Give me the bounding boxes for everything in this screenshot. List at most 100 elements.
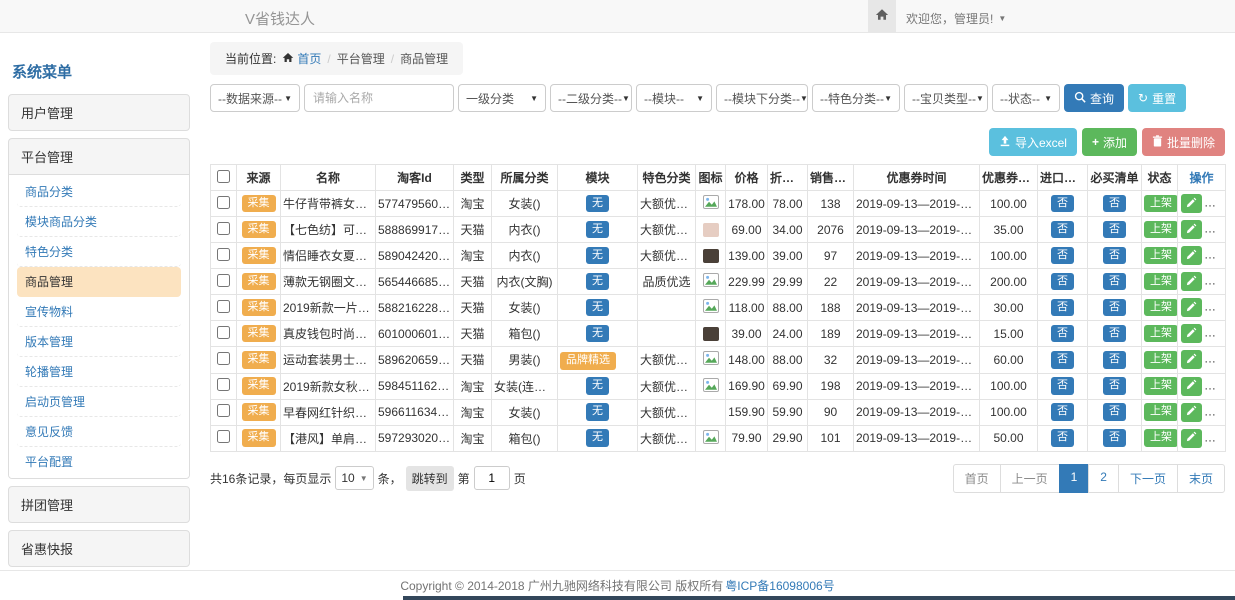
sidebar-item[interactable]: 意见反馈	[17, 417, 181, 447]
edit-button[interactable]	[1181, 298, 1202, 317]
sidebar-panel-header-0[interactable]: 用户管理	[9, 95, 189, 130]
must-buy-toggle[interactable]: 否	[1103, 429, 1126, 447]
user-menu[interactable]: 欢迎您，管理员! ▼	[906, 10, 1006, 27]
jump-page-input[interactable]	[474, 466, 510, 490]
page-button-1[interactable]: 1	[1059, 464, 1090, 493]
page-button-首页[interactable]: 首页	[953, 464, 1001, 493]
reset-button[interactable]: ↻ 重置	[1128, 84, 1186, 112]
jump-button[interactable]: 跳转到	[406, 466, 454, 491]
row-checkbox[interactable]	[217, 274, 230, 287]
must-buy-toggle[interactable]: 否	[1103, 195, 1126, 213]
sidebar-item[interactable]: 商品管理	[17, 267, 181, 297]
filter-select-status[interactable]: --状态--▼	[992, 84, 1060, 112]
page-button-下一页[interactable]: 下一页	[1118, 464, 1178, 493]
select-all-checkbox[interactable]	[217, 170, 230, 183]
cell-type: 天猫	[454, 217, 492, 243]
module-badge: 无	[586, 325, 609, 343]
sidebar-panel-header-2[interactable]: 拼团管理	[9, 487, 189, 522]
row-checkbox[interactable]	[217, 378, 230, 391]
must-buy-toggle[interactable]: 否	[1103, 403, 1126, 421]
edit-button[interactable]	[1181, 194, 1202, 213]
batch-delete-button[interactable]: 批量删除	[1142, 128, 1225, 156]
add-button[interactable]: + 添加	[1082, 128, 1137, 156]
breadcrumb-home-link[interactable]: 首页	[282, 50, 321, 67]
cell-coupon-time: 2019-09-13—2019-09-17	[854, 191, 980, 217]
sidebar-item[interactable]: 平台配置	[17, 447, 181, 476]
module-badge: 无	[586, 403, 609, 421]
must-buy-toggle[interactable]: 否	[1103, 351, 1126, 369]
filter-select-module[interactable]: --模块--▼	[636, 84, 712, 112]
row-checkbox[interactable]	[217, 248, 230, 261]
filter-select-category-level2[interactable]: --二级分类--▼	[550, 84, 632, 112]
edit-button[interactable]	[1181, 350, 1202, 369]
must-buy-toggle[interactable]: 否	[1103, 377, 1126, 395]
status-toggle[interactable]: 上架	[1144, 429, 1178, 447]
import-select-toggle[interactable]: 否	[1051, 273, 1074, 291]
filter-select-feature-category[interactable]: --特色分类--▼	[812, 84, 900, 112]
filter-select-item-type[interactable]: --宝贝类型--▼	[904, 84, 988, 112]
filter-select-data-source[interactable]: --数据来源--▼	[210, 84, 300, 112]
import-select-toggle[interactable]: 否	[1051, 377, 1074, 395]
status-toggle[interactable]: 上架	[1144, 195, 1178, 213]
status-toggle[interactable]: 上架	[1144, 351, 1178, 369]
edit-button[interactable]	[1181, 246, 1202, 265]
sidebar-item[interactable]: 轮播管理	[17, 357, 181, 387]
edit-button[interactable]	[1181, 429, 1202, 448]
pencil-icon	[1186, 353, 1197, 367]
row-checkbox[interactable]	[217, 404, 230, 417]
column-header-操作: 操作	[1178, 165, 1226, 191]
name-search-input[interactable]	[304, 84, 454, 112]
edit-button[interactable]	[1181, 403, 1202, 422]
import-select-toggle[interactable]: 否	[1051, 195, 1074, 213]
must-buy-toggle[interactable]: 否	[1103, 273, 1126, 291]
import-select-toggle[interactable]: 否	[1051, 325, 1074, 343]
home-button[interactable]	[868, 0, 896, 32]
import-select-toggle[interactable]: 否	[1051, 299, 1074, 317]
row-checkbox[interactable]	[217, 326, 230, 339]
must-buy-toggle[interactable]: 否	[1103, 325, 1126, 343]
row-checkbox[interactable]	[217, 222, 230, 235]
import-excel-button[interactable]: 导入excel	[989, 128, 1077, 156]
must-buy-toggle[interactable]: 否	[1103, 221, 1126, 239]
must-buy-toggle[interactable]: 否	[1103, 247, 1126, 265]
sidebar-item[interactable]: 版本管理	[17, 327, 181, 357]
filter-select-module-sub[interactable]: --模块下分类--▼	[716, 84, 808, 112]
status-toggle[interactable]: 上架	[1144, 247, 1178, 265]
filter-select-category-level1[interactable]: 一级分类▼	[458, 84, 546, 112]
cell-import-select: 否	[1038, 217, 1088, 243]
status-toggle[interactable]: 上架	[1144, 325, 1178, 343]
import-select-toggle[interactable]: 否	[1051, 403, 1074, 421]
status-toggle[interactable]: 上架	[1144, 273, 1178, 291]
per-page-select[interactable]: 10 ▼	[335, 466, 373, 490]
import-select-toggle[interactable]: 否	[1051, 221, 1074, 239]
must-buy-toggle[interactable]: 否	[1103, 299, 1126, 317]
import-select-toggle[interactable]: 否	[1051, 429, 1074, 447]
row-checkbox[interactable]	[217, 352, 230, 365]
import-select-toggle[interactable]: 否	[1051, 351, 1074, 369]
sidebar-item[interactable]: 商品分类	[17, 177, 181, 207]
edit-button[interactable]	[1181, 377, 1202, 396]
row-checkbox[interactable]	[217, 300, 230, 313]
sidebar-item[interactable]: 特色分类	[17, 237, 181, 267]
import-select-toggle[interactable]: 否	[1051, 247, 1074, 265]
status-toggle[interactable]: 上架	[1144, 221, 1178, 239]
page-button-2[interactable]: 2	[1088, 464, 1119, 493]
status-toggle[interactable]: 上架	[1144, 299, 1178, 317]
status-toggle[interactable]: 上架	[1144, 377, 1178, 395]
sidebar-item[interactable]: 启动页管理	[17, 387, 181, 417]
row-checkbox[interactable]	[217, 430, 230, 443]
edit-button[interactable]	[1181, 272, 1202, 291]
row-checkbox[interactable]	[217, 196, 230, 209]
page-button-上一页[interactable]: 上一页	[1000, 464, 1060, 493]
cell-source: 采集	[237, 347, 281, 374]
edit-button[interactable]	[1181, 324, 1202, 343]
sidebar-panel-header-3[interactable]: 省惠快报	[9, 531, 189, 566]
page-button-末页[interactable]: 末页	[1177, 464, 1225, 493]
status-toggle[interactable]: 上架	[1144, 403, 1178, 421]
sidebar-item[interactable]: 模块商品分类	[17, 207, 181, 237]
search-button[interactable]: 查询	[1064, 84, 1124, 112]
edit-button[interactable]	[1181, 220, 1202, 239]
icp-link[interactable]: 粤ICP备16098006号	[725, 577, 834, 594]
sidebar-panel-header-1[interactable]: 平台管理	[9, 139, 189, 174]
sidebar-item[interactable]: 宣传物料	[17, 297, 181, 327]
